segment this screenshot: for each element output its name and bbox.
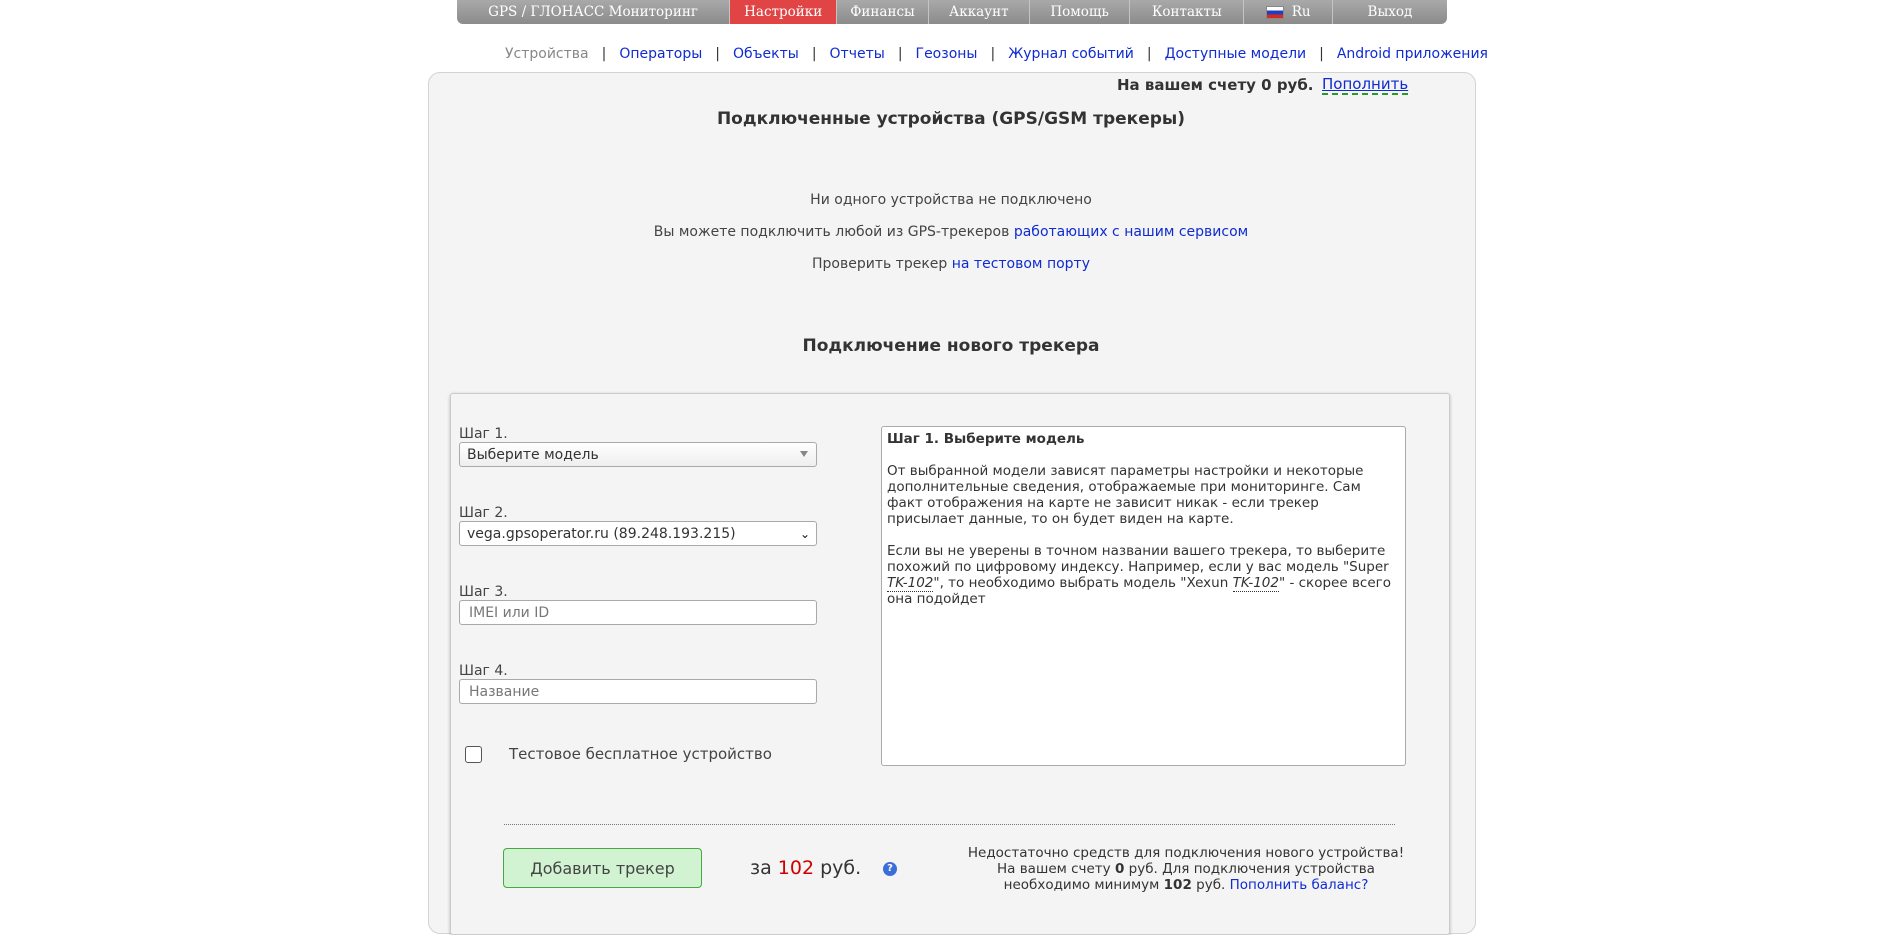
- subnav-item-event-log[interactable]: Журнал событий: [1008, 46, 1134, 62]
- connect-info: Вы можете подключить любой из GPS-трекер…: [428, 224, 1474, 240]
- nav-item-label: GPS / ГЛОНАСС Мониторинг: [488, 4, 698, 20]
- model-select-value: Выберите модель: [467, 446, 599, 463]
- subnav-separator: |: [601, 46, 607, 62]
- step2-label: Шаг 2.: [459, 505, 508, 521]
- name-field-wrapper: [459, 679, 817, 704]
- top-navigation: GPS / ГЛОНАСС Мониторинг Настройки Финан…: [457, 0, 1447, 24]
- tracker-price: за 102 руб.: [750, 857, 861, 879]
- warning-line-2: На вашем счету 0 руб. Для подключения ус…: [956, 861, 1416, 893]
- test-port-info: Проверить трекер на тестовом порту: [428, 256, 1474, 272]
- warning-line-1: Недостаточно средств для подключения нов…: [967, 845, 1405, 861]
- russia-flag-icon: [1265, 5, 1284, 19]
- nav-item-help[interactable]: Помощь: [1030, 0, 1131, 24]
- warning-minimum: 102: [1163, 877, 1192, 893]
- subnav-item-operators[interactable]: Операторы: [619, 46, 702, 62]
- sub-navigation: Устройства | Операторы | Объекты | Отчеты | Геоз…: [505, 46, 1488, 62]
- topup-balance-link[interactable]: Пополнить баланс?: [1230, 877, 1369, 893]
- help-title: Шаг 1. Выберите модель: [887, 431, 1085, 447]
- price-suffix: руб.: [820, 857, 862, 879]
- price-prefix: за: [750, 857, 772, 879]
- subnav-item-devices: Устройства: [505, 46, 589, 62]
- insufficient-funds-warning: Недостаточно средств для подключения нов…: [956, 845, 1416, 893]
- test-device-checkbox[interactable]: [465, 746, 482, 763]
- nav-item-label: Выход: [1367, 4, 1413, 20]
- test-port-link[interactable]: на тестовом порту: [952, 256, 1090, 272]
- subnav-item-objects[interactable]: Объекты: [733, 46, 799, 62]
- nav-item-label: Контакты: [1151, 4, 1222, 20]
- connect-text: Вы можете подключить любой из GPS-трекер…: [653, 224, 1010, 240]
- name-input[interactable]: [467, 682, 809, 701]
- nav-item-finance[interactable]: Финансы: [837, 0, 929, 24]
- imei-input[interactable]: [467, 603, 809, 622]
- warning-text: На вашем счету: [997, 861, 1115, 877]
- step1-label: Шаг 1.: [459, 426, 508, 442]
- subnav-separator: |: [990, 46, 996, 62]
- nav-item-label: Настройки: [744, 4, 823, 20]
- dropdown-caret-icon: [800, 451, 808, 457]
- step3-label: Шаг 3.: [459, 584, 508, 600]
- model-abbr: TK-102: [887, 575, 934, 592]
- subnav-separator: |: [811, 46, 817, 62]
- nav-item-label: Помощь: [1050, 4, 1109, 20]
- warning-text: руб.: [1191, 877, 1230, 893]
- test-device-label: Тестовое бесплатное устройство: [509, 745, 772, 763]
- no-devices-message: Ни одного устройства не подключено: [810, 192, 1092, 208]
- subnav-item-available-models[interactable]: Доступные модели: [1165, 46, 1307, 62]
- subnav-separator: |: [1319, 46, 1324, 62]
- model-select[interactable]: Выберите модель: [459, 442, 817, 467]
- imei-field-wrapper: [459, 600, 817, 625]
- warning-balance: 0: [1114, 861, 1125, 877]
- help-text: Если вы не уверены в точном названии ваш…: [887, 543, 1389, 575]
- help-paragraph-2: Если вы не уверены в точном названии ваш…: [887, 543, 1400, 607]
- nav-item-settings[interactable]: Настройки: [730, 0, 838, 24]
- new-tracker-title: Подключение нового трекера: [802, 336, 1100, 356]
- nav-item-label: Ru: [1291, 4, 1311, 20]
- nav-item-language[interactable]: Ru: [1244, 0, 1333, 24]
- nav-item-account[interactable]: Аккаунт: [929, 0, 1030, 24]
- test-text: Проверить трекер: [812, 256, 948, 272]
- subnav-separator: |: [715, 46, 720, 62]
- help-paragraph-1: От выбранной модели зависят параметры на…: [887, 463, 1364, 527]
- step4-label: Шаг 4.: [459, 663, 508, 679]
- nav-item-logout[interactable]: Выход: [1333, 0, 1447, 24]
- subnav-item-geozones[interactable]: Геозоны: [916, 46, 978, 62]
- subnav-separator: |: [1146, 46, 1152, 62]
- devices-title: Подключенные устройства (GPS/GSM трекеры…: [716, 109, 1186, 129]
- help-panel: Шаг 1. Выберите модель От выбранной моде…: [881, 426, 1406, 766]
- server-select-value: vega.gpsoperator.ru (89.248.193.215): [467, 525, 736, 542]
- model-abbr: TK-102: [1232, 575, 1279, 592]
- help-text: ", то необходимо выбрать модель "Xexun: [933, 575, 1233, 591]
- nav-item-label: Аккаунт: [949, 4, 1009, 20]
- subnav-item-android-apps[interactable]: Android приложения: [1337, 46, 1488, 62]
- server-select[interactable]: vega.gpsoperator.ru (89.248.193.215) ⌄: [459, 521, 817, 546]
- add-tracker-button[interactable]: Добавить трекер: [503, 848, 702, 888]
- price-value: 102: [777, 857, 815, 879]
- topup-link[interactable]: Пополнить: [1322, 76, 1409, 95]
- chevron-down-icon: ⌄: [799, 527, 810, 541]
- account-balance: На вашем счету 0 руб.: [1117, 76, 1314, 94]
- subnav-separator: |: [897, 46, 903, 62]
- nav-item-label: Финансы: [850, 4, 915, 20]
- supported-trackers-link[interactable]: работающих с нашим сервисом: [1014, 224, 1248, 240]
- nav-item-contacts[interactable]: Контакты: [1130, 0, 1245, 24]
- form-divider: [504, 824, 1395, 825]
- nav-item-monitoring[interactable]: GPS / ГЛОНАСС Мониторинг: [457, 0, 731, 24]
- question-icon[interactable]: ?: [883, 862, 897, 876]
- subnav-item-reports[interactable]: Отчеты: [830, 46, 885, 62]
